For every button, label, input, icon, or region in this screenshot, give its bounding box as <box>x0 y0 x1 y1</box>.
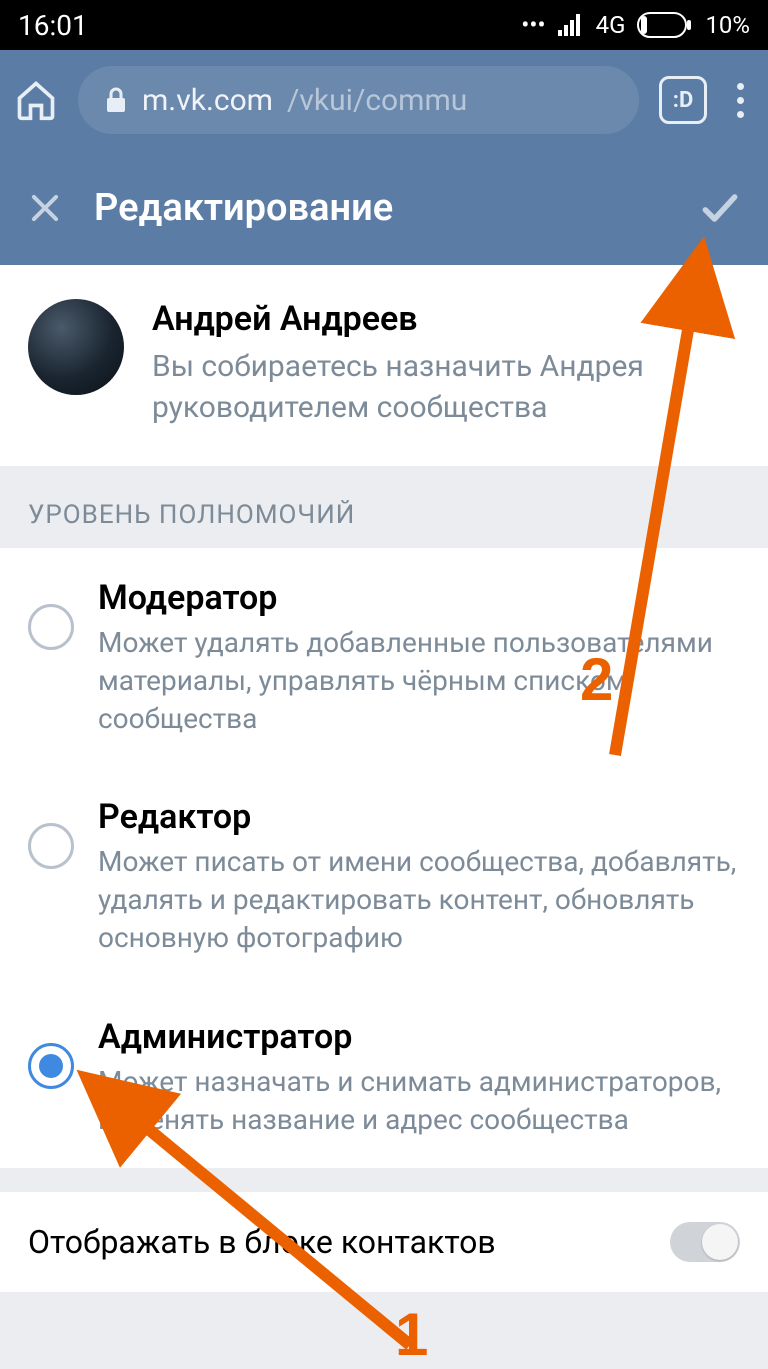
option-title: Модератор <box>98 578 740 618</box>
radio-moderator[interactable] <box>28 604 74 650</box>
user-description: Вы собираетесь назначить Андрея руководи… <box>152 347 740 428</box>
status-right: ••• 4G 10% <box>521 11 750 39</box>
status-bar: 16:01 ••• 4G 10% <box>0 0 768 50</box>
permissions-section-header: УРОВЕНЬ ПОЛНОМОЧИЙ <box>0 466 768 548</box>
show-in-contacts-toggle[interactable] <box>670 1222 740 1262</box>
home-icon[interactable] <box>14 78 58 122</box>
lock-icon <box>104 86 128 114</box>
option-title: Администратор <box>98 1017 740 1057</box>
tabs-glyph: :D <box>673 88 694 113</box>
annotation-number-2: 2 <box>580 645 613 714</box>
option-description: Может назначать и снимать администраторо… <box>98 1063 740 1139</box>
user-name: Андрей Андреев <box>152 299 740 339</box>
option-administrator[interactable]: Администратор Может назначать и снимать … <box>0 987 768 1169</box>
url-domain: m.vk.com <box>142 83 273 118</box>
page-title: Редактирование <box>94 186 668 230</box>
tabs-button[interactable]: :D <box>659 76 707 124</box>
confirm-icon[interactable] <box>698 186 742 230</box>
browser-bar: m.vk.com/vkui/commu :D <box>0 50 768 150</box>
permissions-options: Модератор Может удалять добавленные поль… <box>0 548 768 1168</box>
battery-percent: 10% <box>705 11 750 39</box>
page-header: Редактирование <box>0 150 768 265</box>
radio-editor[interactable] <box>28 823 74 869</box>
status-dots-icon: ••• <box>521 11 545 39</box>
user-block: Андрей Андреев Вы собираетесь назначить … <box>0 265 768 466</box>
url-bar[interactable]: m.vk.com/vkui/commu <box>78 66 639 134</box>
option-description: Может писать от имени сообщества, добавл… <box>98 843 740 956</box>
battery-icon <box>637 12 693 38</box>
signal-icon <box>558 14 584 36</box>
option-moderator[interactable]: Модератор Может удалять добавленные поль… <box>0 548 768 767</box>
annotation-number-1: 1 <box>395 1300 428 1369</box>
avatar <box>28 299 124 395</box>
option-title: Редактор <box>98 797 740 837</box>
close-icon[interactable] <box>26 189 64 227</box>
url-path: /vkui/commu <box>287 83 467 118</box>
option-editor[interactable]: Редактор Может писать от имени сообществ… <box>0 767 768 986</box>
toggle-label: Отображать в блоке контактов <box>28 1223 496 1261</box>
browser-menu-icon[interactable] <box>727 83 754 118</box>
option-description: Может удалять добавленные пользователями… <box>98 624 740 737</box>
radio-administrator[interactable] <box>28 1043 74 1089</box>
network-label: 4G <box>596 11 626 39</box>
status-time: 16:01 <box>18 9 88 42</box>
show-in-contacts-row: Отображать в блоке контактов <box>0 1192 768 1292</box>
